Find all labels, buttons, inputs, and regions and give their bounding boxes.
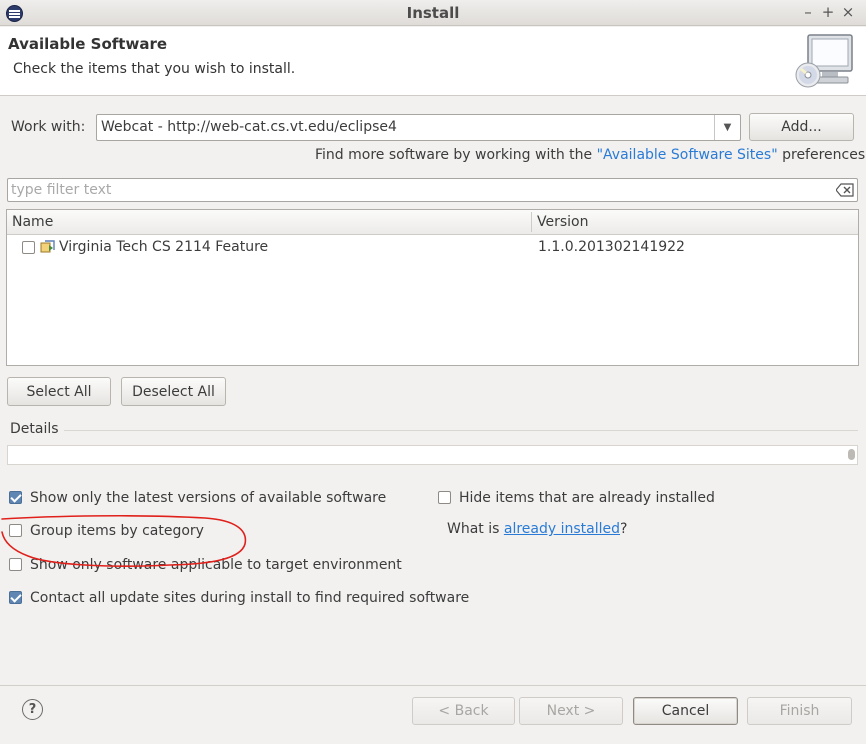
column-header-name[interactable]: Name	[12, 214, 53, 230]
deselect-all-button[interactable]: Deselect All	[121, 377, 226, 406]
page-description: Check the items that you wish to install…	[13, 61, 296, 77]
clear-filter-icon[interactable]	[836, 183, 854, 197]
details-scrollbar[interactable]	[848, 449, 855, 460]
show-applicable-label[interactable]: Show only software applicable to target …	[30, 557, 402, 573]
close-button[interactable]: ×	[840, 3, 856, 21]
add-site-button[interactable]: Add...	[749, 113, 854, 141]
window-title: Install	[406, 4, 460, 22]
already-installed-link[interactable]: already installed	[504, 521, 620, 537]
table-row[interactable]: Virginia Tech CS 2114 Feature 1.1.0.2013…	[7, 236, 858, 258]
show-latest-label[interactable]: Show only the latest versions of availab…	[30, 490, 386, 506]
work-with-combo[interactable]: Webcat - http://web-cat.cs.vt.edu/eclips…	[96, 114, 741, 141]
what-is-suffix: ?	[620, 521, 628, 537]
footer-divider	[0, 685, 866, 686]
next-button[interactable]: Next >	[519, 697, 623, 725]
hide-installed-checkbox[interactable]	[438, 491, 451, 504]
what-is-installed-text: What is already installed?	[447, 521, 627, 537]
back-button[interactable]: < Back	[412, 697, 515, 725]
details-divider	[64, 430, 858, 431]
column-header-version[interactable]: Version	[537, 214, 588, 230]
contact-sites-checkbox[interactable]	[9, 591, 22, 604]
feature-checkbox[interactable]	[22, 241, 35, 254]
group-by-category-label[interactable]: Group items by category	[30, 523, 204, 539]
available-software-sites-link[interactable]: "Available Software Sites"	[597, 147, 778, 163]
chevron-down-icon[interactable]: ▼	[714, 115, 740, 140]
page-title: Available Software	[8, 35, 168, 53]
feature-version: 1.1.0.201302141922	[538, 239, 685, 255]
help-icon[interactable]: ?	[22, 699, 43, 720]
feature-name: Virginia Tech CS 2114 Feature	[59, 239, 269, 255]
hide-installed-label[interactable]: Hide items that are already installed	[459, 490, 715, 506]
finish-button[interactable]: Finish	[747, 697, 852, 725]
column-divider[interactable]	[531, 212, 532, 232]
find-more-prefix: Find more software by working with the	[315, 147, 597, 163]
what-is-prefix: What is	[447, 521, 504, 537]
show-applicable-checkbox[interactable]	[9, 558, 22, 571]
filter-field[interactable]	[7, 178, 858, 202]
table-header: Name Version	[7, 210, 858, 235]
filter-input[interactable]	[8, 180, 808, 200]
details-label: Details	[10, 421, 59, 437]
maximize-button[interactable]: +	[820, 3, 836, 21]
minimize-button[interactable]: –	[800, 3, 816, 21]
work-with-value: Webcat - http://web-cat.cs.vt.edu/eclips…	[101, 119, 397, 135]
details-text-area[interactable]	[7, 445, 858, 465]
find-more-text: Find more software by working with the "…	[315, 147, 866, 163]
group-by-category-checkbox[interactable]	[9, 524, 22, 537]
show-latest-checkbox[interactable]	[9, 491, 22, 504]
software-table: Name Version Virginia Tech CS 2114 Featu…	[6, 209, 859, 366]
select-all-button[interactable]: Select All	[7, 377, 111, 406]
dialog-header: Available Software Check the items that …	[0, 27, 866, 96]
install-monitor-icon	[795, 34, 853, 88]
cancel-button[interactable]: Cancel	[633, 697, 738, 725]
title-bar: Install – + ×	[0, 0, 866, 26]
contact-sites-label[interactable]: Contact all update sites during install …	[30, 590, 469, 606]
work-with-label: Work with:	[11, 119, 86, 135]
feature-plugin-icon	[40, 240, 55, 253]
find-more-suffix: preferences.	[777, 147, 866, 163]
